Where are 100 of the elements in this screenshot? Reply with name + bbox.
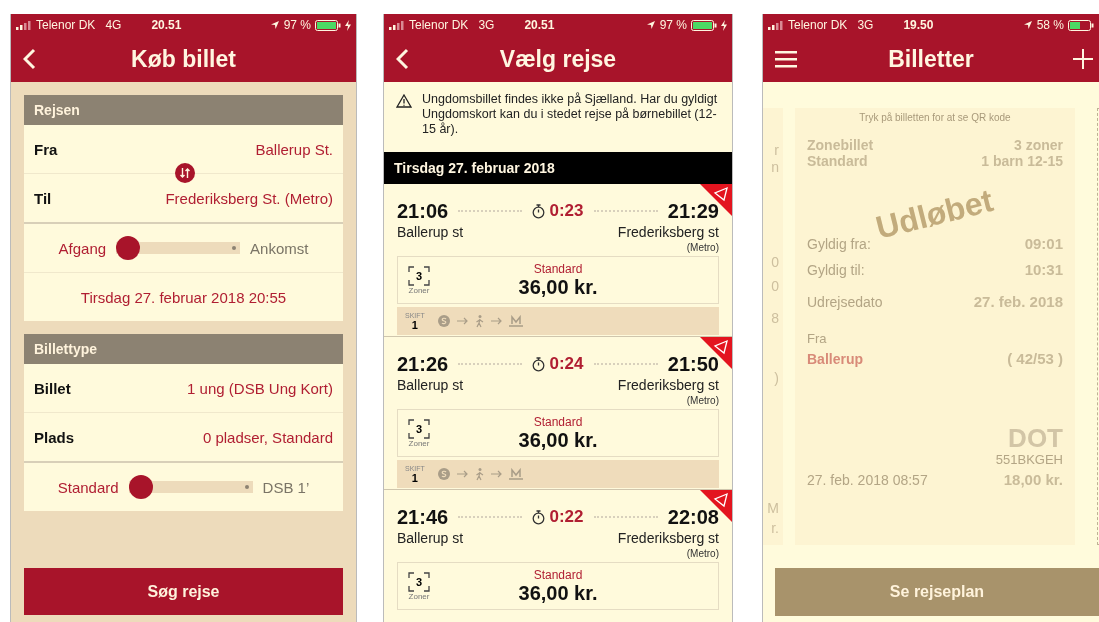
purchase-datetime: 27. feb. 2018 08:57 [807,471,928,490]
ticket-option-row[interactable]: Plads 0 pladser, Standard [24,413,343,461]
toggle-thumb[interactable] [116,236,141,260]
expired-label: Udløbet [872,182,997,247]
departure-time: 21:46 [397,505,449,529]
departure-option[interactable]: Afgang [58,239,107,257]
arrow-icon [456,317,468,325]
date-header: Tirsdag 27. februar 2018 [384,152,732,184]
destination-note: (Metro) [686,548,719,561]
metro-icon [508,468,523,480]
battery-icon [1068,19,1094,31]
zone-badge: 3 [408,571,430,592]
battery-percent: 58 % [1036,18,1064,32]
journey-card[interactable]: 21:46 0:22 22:08 Ballerup st Frederiksberg st (Metro) 3 Zoner Standard 36,00 kr. [384,490,732,622]
fare-class: Standard [533,261,583,276]
arrival-time: 22:08 [667,505,719,529]
zones-label: Zoner [408,285,430,295]
toggle-thumb[interactable] [128,475,153,499]
departure-time: 21:26 [397,352,449,376]
zone-range: ( 42/53 ) [1007,349,1063,369]
to-label: Til [34,189,52,207]
ticket-option-row[interactable]: Billet 1 ung (DSB Ung Kort) [24,364,343,413]
ticket-class: Standard [807,153,868,169]
carrier-name: Telenor DK [36,18,96,32]
to-row[interactable]: Til Frederiksberg St. (Metro) [24,174,343,222]
fare-price: 36,00 kr. [518,275,598,299]
first-class-option[interactable]: DSB 1’ [262,478,310,496]
option-value: 1 ung (DSB Ung Kort) [187,379,333,397]
s-train-icon [437,468,450,480]
location-arrow-icon [269,20,280,30]
ticket-text-fragment: ) [774,370,779,386]
section-header: Rejsen [24,95,343,125]
arrival-option[interactable]: Ankomst [250,239,309,257]
ticket-price: 18,00 kr. [1003,470,1063,490]
status-time: 20.51 [524,18,555,32]
metro-icon [508,315,523,327]
signal-icon [16,20,32,30]
origin-station: Ballerup st [397,530,464,546]
from-label: Fra [34,140,58,158]
origin-station: Ballerup st [397,377,464,393]
battery-icon [691,19,717,31]
fare-class: Standard [533,414,583,429]
zones-label: Zoner [408,591,430,601]
departure-date: 27. feb. 2018 [973,292,1063,312]
from-label: Fra [807,331,828,346]
arrow-icon [456,470,468,478]
battery-icon [315,19,341,31]
standard-option[interactable]: Standard [57,478,119,496]
back-icon[interactable] [396,48,409,70]
carrier-name: Telenor DK [788,18,848,32]
walking-person-icon [474,314,484,328]
destination-station: Frederiksberg st [617,377,719,393]
menu-icon[interactable] [775,50,797,68]
zone-badge: 3 [408,418,430,439]
arrival-time: 21:50 [667,352,719,376]
fare-price: 36,00 kr. [518,428,598,452]
origin-station: Ballerup st [397,224,464,240]
option-label: Plads [34,428,75,446]
departure-time: 21:06 [397,199,449,223]
status-time: 20.51 [151,18,182,32]
option-label: Billet [34,379,71,397]
screen-title: Billetter [888,45,974,73]
to-station: Frederiksberg St. (Metro) [165,189,333,207]
warning-icon [396,94,412,108]
walking-person-icon [474,467,484,481]
option-value: 0 pladser, Standard [202,428,333,446]
signal-icon [768,20,784,30]
fare-price: 36,00 kr. [518,581,598,605]
trip-duration: 0:23 [549,201,584,221]
stopwatch-icon [532,509,546,525]
valid-to-time: 10:31 [1024,260,1063,280]
add-icon[interactable] [1073,49,1093,69]
travel-datetime[interactable]: Tirsdag 27. februar 2018 20:55 [24,272,343,321]
fare-class: Standard [533,567,583,582]
arrow-icon [490,317,502,325]
carrier-name: Telenor DK [409,18,469,32]
screen-title: Vælg rejse [499,45,617,73]
departure-date-label: Udrejsedato [807,293,883,312]
swap-icon[interactable] [175,163,195,183]
zone-badge: 3 [408,265,430,286]
from-station: Ballerup St. [255,140,333,158]
valid-to-label: Gyldig til: [807,261,865,280]
screen-title: Køb billet [131,45,236,73]
stopwatch-icon [532,356,546,372]
network-type: 3G [478,18,495,32]
from-station: Ballerup [807,350,863,369]
valid-from-label: Gyldig fra: [807,235,871,254]
zones-label: Zoner [408,438,430,448]
back-icon[interactable] [23,48,36,70]
destination-station: Frederiksberg st [617,224,719,240]
search-button[interactable]: Søg rejse [24,568,343,615]
destination-note: (Metro) [686,242,719,255]
notice-text: Ungdomsbillet findes ikke på Sjælland. Har du gyldigt Ungdomskort kan du i stedet rejse på børnebillet (12-15 år). [422,92,719,138]
location-arrow-icon [1022,20,1033,30]
battery-percent: 97 % [659,18,687,32]
qr-hint: Tryk på billetten for at se QR kode [858,112,1012,123]
valid-from-time: 09:01 [1024,234,1063,254]
arrow-icon [490,470,502,478]
network-type: 4G [105,18,122,32]
battery-percent: 97 % [283,18,311,32]
